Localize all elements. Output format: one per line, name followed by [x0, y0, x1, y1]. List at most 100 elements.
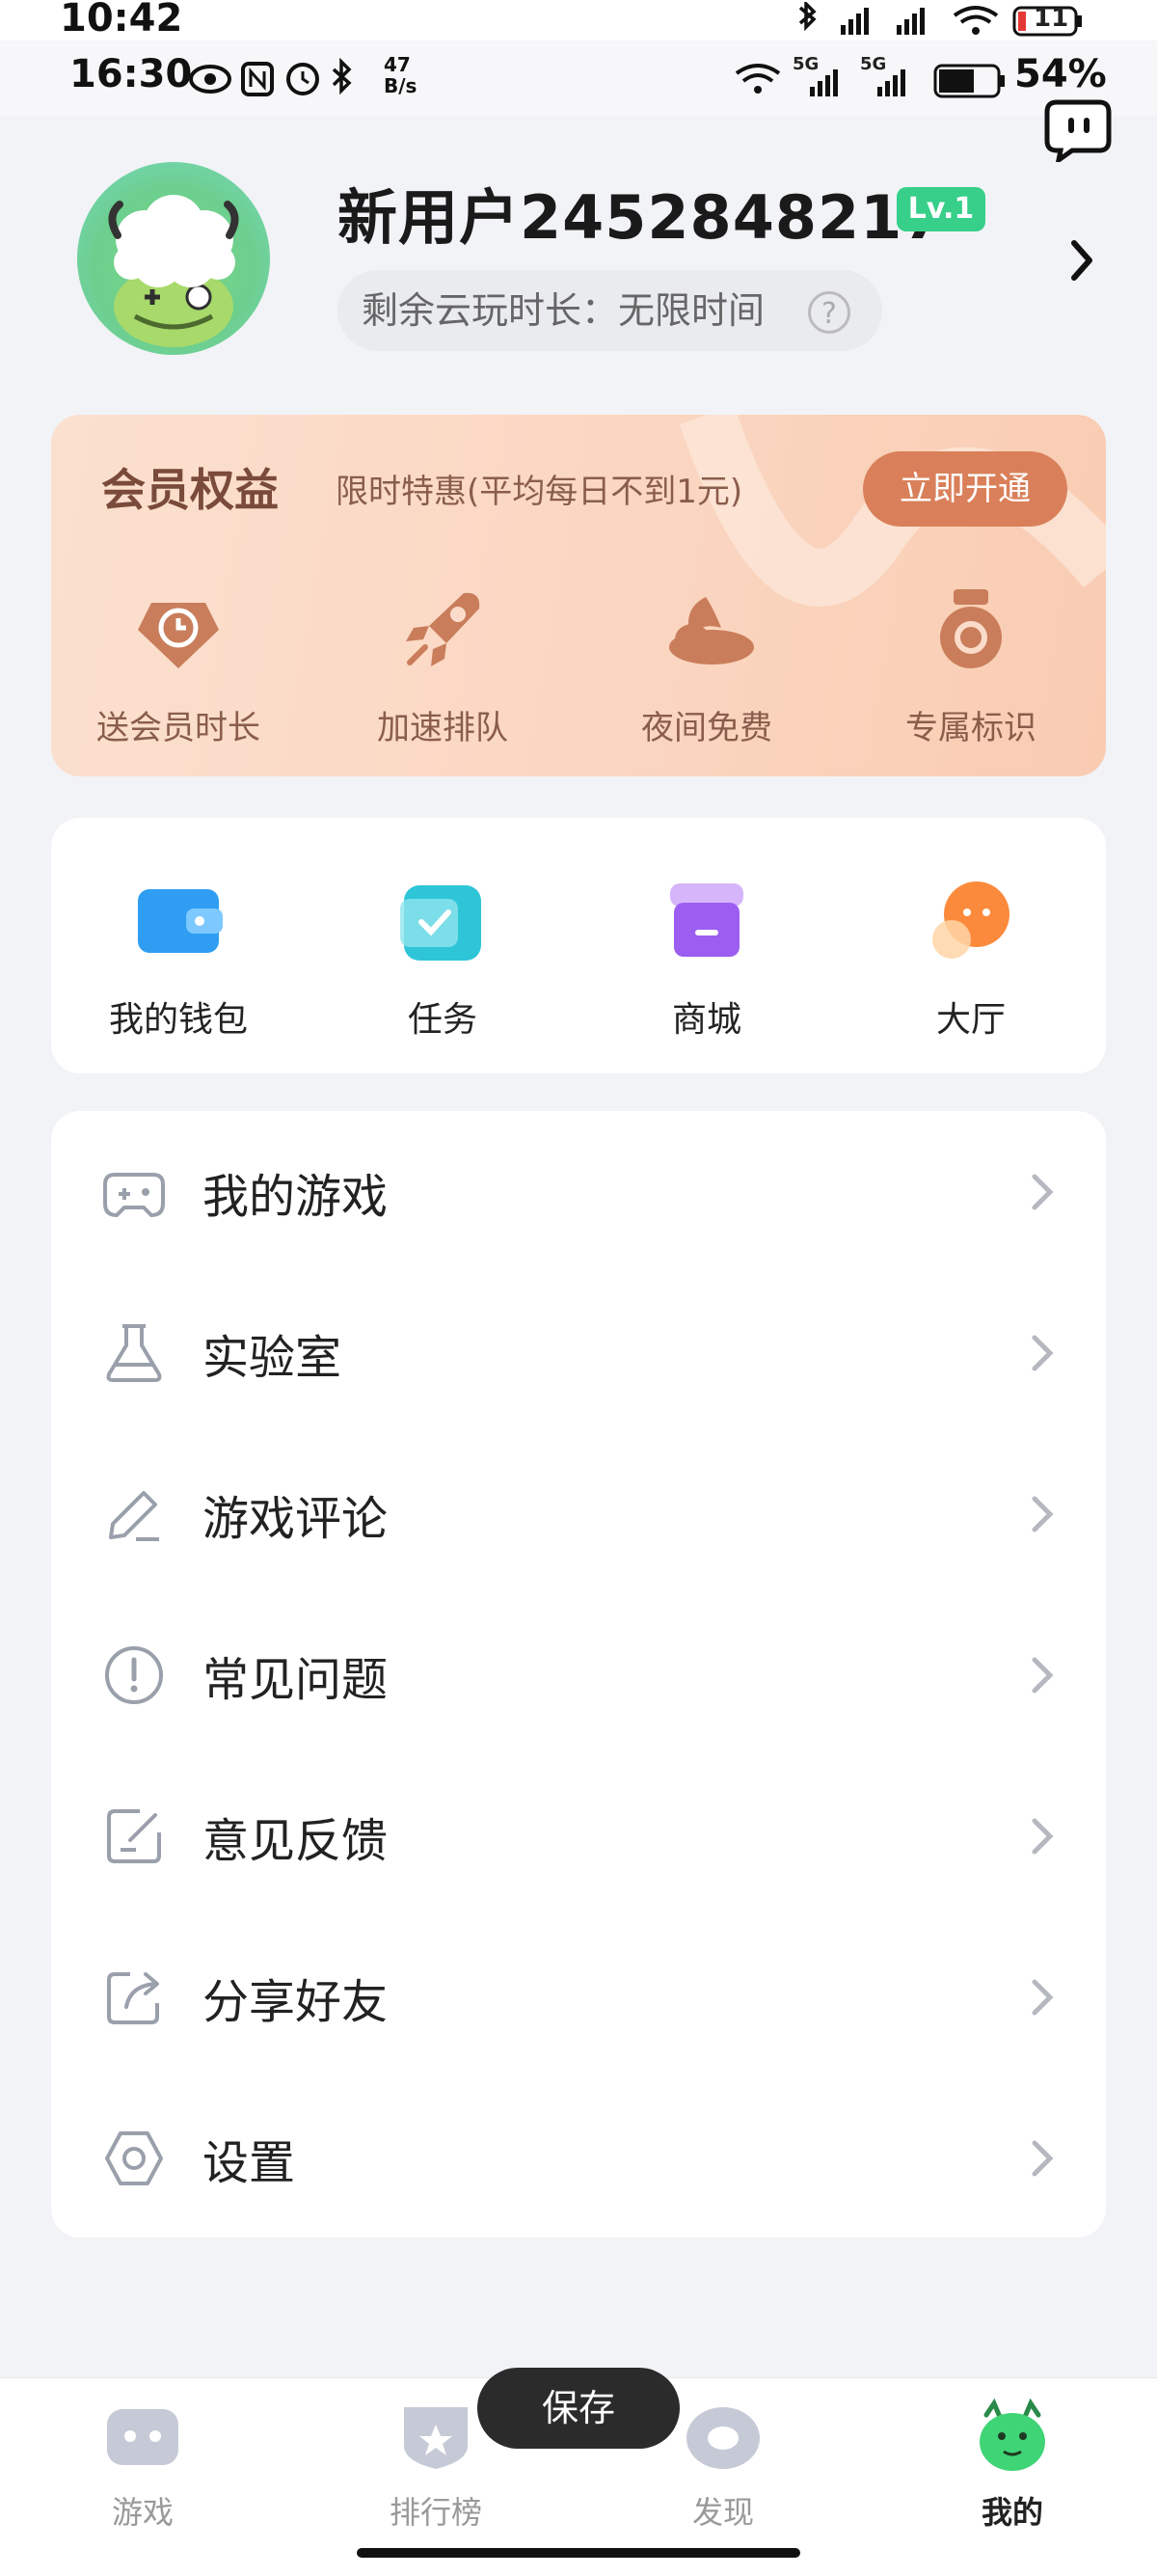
eye-icon	[189, 65, 231, 94]
perk-label: 加速排队	[377, 709, 508, 747]
chat-icon[interactable]	[1043, 96, 1113, 162]
gamepad-icon	[103, 1172, 165, 1217]
bluetooth-icon	[798, 2, 817, 32]
task-icon	[400, 885, 481, 961]
menu-item-game-reviews[interactable]: 游戏评论	[51, 1433, 1106, 1594]
perk-item[interactable]: 送会员时长	[63, 583, 294, 748]
save-toast-button[interactable]: 保存	[477, 2368, 680, 2449]
status-time-secondary: 16:30	[69, 52, 193, 96]
exclamation-icon	[105, 1645, 163, 1704]
feedback-icon	[107, 1808, 161, 1863]
menu-label: 分享好友	[202, 1974, 389, 2029]
membership-subtitle: 限时特惠(平均每日不到1元)	[336, 473, 743, 511]
chevron-right-icon	[1032, 1174, 1054, 1209]
menu-item-settings[interactable]: 设置	[51, 2077, 1106, 2238]
menu-item-my-games[interactable]: 我的游戏	[51, 1111, 1106, 1272]
perk-item[interactable]: 专属标识	[855, 583, 1087, 748]
menu-label: 常见问题	[202, 1652, 389, 1707]
chevron-right-icon	[1032, 1496, 1054, 1532]
settings-menu: 我的游戏 实验室 游戏评论 常见问题 意见反馈 分享好友 设置	[51, 1111, 1106, 2237]
quick-item-shop[interactable]: 商城	[591, 878, 822, 1042]
bluetooth-icon	[332, 58, 352, 95]
ranking-tab-icon	[404, 2407, 468, 2469]
membership-title: 会员权益	[101, 464, 279, 516]
status-icons-left	[189, 58, 352, 96]
hall-icon	[932, 881, 1009, 959]
tab-label: 我的	[981, 2494, 1043, 2531]
perk-item[interactable]: 加速排队	[327, 583, 558, 748]
alarm-icon	[286, 63, 319, 95]
network-type-a: 5G	[793, 54, 820, 74]
perk-label: 送会员时长	[96, 709, 260, 747]
medal-icon	[940, 589, 1002, 668]
perk-label: 专属标识	[905, 709, 1036, 747]
nfc-icon	[241, 62, 274, 96]
menu-label: 实验室	[202, 1330, 342, 1385]
net-speed-unit: B/s	[384, 74, 417, 97]
chevron-right-icon	[1032, 1335, 1054, 1370]
cloud-time-chip: 剩余云玩时长：无限时间	[337, 270, 882, 351]
quick-label: 我的钱包	[108, 1000, 248, 1040]
menu-item-share[interactable]: 分享好友	[51, 1916, 1106, 2077]
network-speed: 47 B/s	[384, 54, 417, 96]
menu-label: 意见反馈	[202, 1813, 389, 1868]
chevron-right-icon	[1032, 2140, 1054, 2176]
shop-icon	[670, 883, 743, 957]
tab-label: 排行榜	[389, 2494, 482, 2531]
wifi-icon	[953, 6, 999, 35]
menu-label: 设置	[202, 2135, 296, 2190]
chevron-right-icon	[1032, 1657, 1054, 1693]
home-indicator[interactable]	[357, 2548, 800, 2558]
help-icon[interactable]: ?	[808, 291, 850, 334]
avatar[interactable]	[77, 162, 270, 355]
pencil-icon	[109, 1490, 159, 1541]
battery-icon	[933, 64, 1005, 98]
username: 新用户2452848217	[337, 182, 946, 253]
membership-card[interactable]: 会员权益 限时特惠(平均每日不到1元) 立即开通 送会员时长 加速排队 夜间免费	[51, 415, 1106, 776]
menu-label: 我的游戏	[202, 1169, 389, 1224]
quick-item-hall[interactable]: 大厅	[855, 878, 1087, 1042]
quick-label: 任务	[407, 1000, 477, 1040]
quick-label: 商城	[671, 1000, 741, 1040]
cloud-time-text: 剩余云玩时长：无限时间	[362, 289, 766, 332]
game-tab-icon	[107, 2409, 178, 2465]
quick-item-task[interactable]: 任务	[327, 878, 558, 1042]
moon-cloud-icon	[669, 597, 754, 664]
tab-mine[interactable]: 我的	[916, 2398, 1109, 2533]
quick-item-wallet[interactable]: 我的钱包	[63, 878, 294, 1042]
status-icons-right	[735, 64, 905, 96]
network-type-b: 5G	[860, 54, 887, 74]
perk-label: 夜间免费	[641, 709, 772, 747]
battery-percent: 54%	[1014, 52, 1107, 96]
quick-actions: 我的钱包 任务 商城 大厅	[51, 818, 1106, 1073]
share-icon	[107, 1971, 159, 2024]
menu-item-faq[interactable]: 常见问题	[51, 1594, 1106, 1755]
open-membership-button[interactable]: 立即开通	[863, 451, 1067, 527]
signal-icon	[841, 8, 869, 35]
wallet-icon	[138, 889, 223, 953]
quick-label: 大厅	[935, 1000, 1006, 1040]
perk-item[interactable]: 夜间免费	[591, 583, 822, 748]
level-badge: Lv.1	[897, 187, 985, 231]
menu-item-feedback[interactable]: 意见反馈	[51, 1755, 1106, 1916]
tab-label: 游戏	[111, 2494, 174, 2531]
status-time: 10:42	[60, 0, 183, 41]
tab-label: 发现	[691, 2494, 754, 2531]
menu-label: 游戏评论	[202, 1491, 389, 1546]
chevron-right-icon	[1032, 1818, 1054, 1854]
battery-level: 11	[1034, 4, 1069, 33]
flask-icon	[106, 1323, 162, 1382]
discover-tab-icon	[686, 2407, 760, 2469]
net-speed-value: 47	[384, 53, 411, 76]
settings-icon	[105, 2130, 163, 2185]
sheep-avatar-icon	[108, 195, 239, 347]
signal-icon	[897, 8, 925, 35]
menu-item-lab[interactable]: 实验室	[51, 1272, 1106, 1433]
chevron-right-icon	[1032, 1979, 1054, 2015]
system-status-bar: 10:42 11	[0, 0, 1157, 41]
tab-games[interactable]: 游戏	[46, 2398, 239, 2533]
secondary-status-bar: 16:30 47 B/s 5G 5G 54%	[0, 41, 1157, 116]
rocket-icon	[406, 592, 480, 666]
profile-chevron-icon[interactable]	[1068, 239, 1095, 282]
wifi-icon	[735, 64, 781, 94]
